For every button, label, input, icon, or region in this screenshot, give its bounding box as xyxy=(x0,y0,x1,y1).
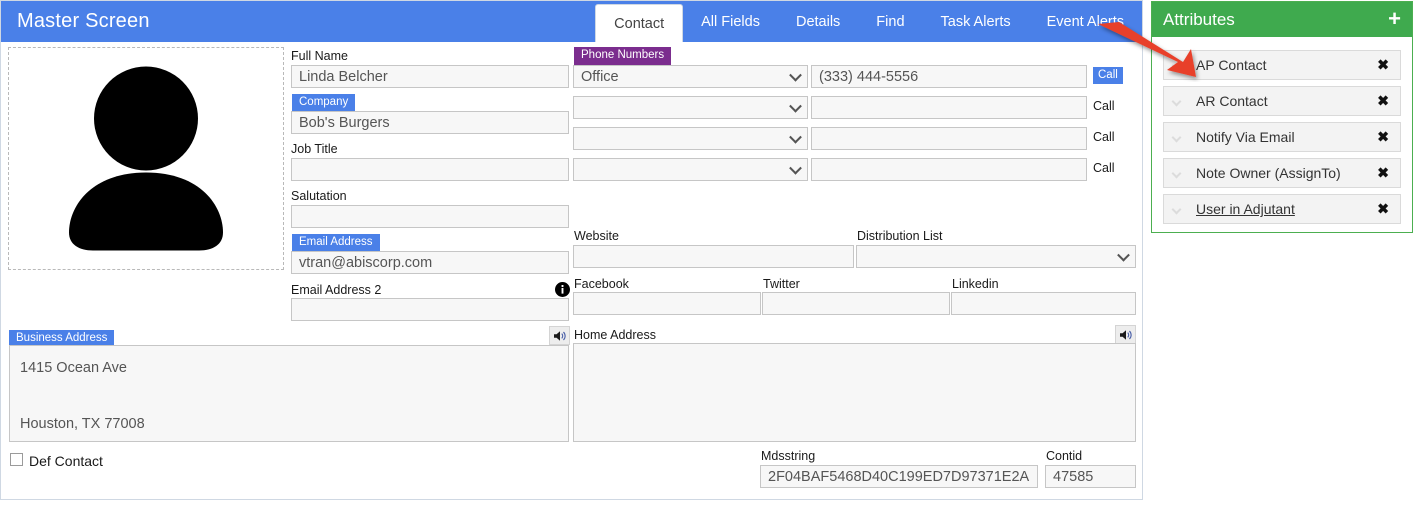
plus-icon[interactable]: + xyxy=(1388,8,1401,30)
close-icon[interactable]: ✖ xyxy=(1377,165,1389,182)
job-title-input[interactable] xyxy=(291,158,569,181)
attribute-label: AP Contact xyxy=(1196,57,1267,73)
job-title-label: Job Title xyxy=(291,142,338,156)
tab-all-fields[interactable]: All Fields xyxy=(683,1,778,42)
phone-number-input-2[interactable] xyxy=(811,96,1087,119)
phone-number-input-3[interactable] xyxy=(811,127,1087,150)
phone-number-input-4[interactable] xyxy=(811,158,1087,181)
close-icon[interactable]: ✖ xyxy=(1377,129,1389,146)
close-icon[interactable]: ✖ xyxy=(1377,57,1389,74)
home-address-speaker-button[interactable] xyxy=(1115,325,1136,344)
attribute-item-note-owner[interactable]: Note Owner (AssignTo) ✖ xyxy=(1163,158,1401,188)
full-name-input[interactable] xyxy=(291,65,569,88)
chevron-down-icon xyxy=(1171,132,1182,143)
attribute-item-ar-contact[interactable]: AR Contact ✖ xyxy=(1163,86,1401,116)
tab-task-alerts[interactable]: Task Alerts xyxy=(923,1,1029,42)
attribute-item-notify-via-email[interactable]: Notify Via Email ✖ xyxy=(1163,122,1401,152)
app-screenshot: Master Screen Contact All Fields Details… xyxy=(0,0,1415,507)
distribution-list-label: Distribution List xyxy=(857,229,943,243)
website-label: Website xyxy=(574,229,619,243)
user-avatar-icon xyxy=(69,66,223,250)
chevron-down-icon xyxy=(789,161,802,175)
tab-details[interactable]: Details xyxy=(778,1,858,42)
call-button-2[interactable]: Call xyxy=(1093,99,1115,113)
tab-all-fields-label: All Fields xyxy=(701,13,760,30)
chevron-down-icon xyxy=(789,130,802,144)
attribute-item-ap-contact[interactable]: AP Contact ✖ xyxy=(1163,50,1401,80)
chevron-down-icon xyxy=(1171,204,1182,215)
salutation-label: Salutation xyxy=(291,189,347,203)
email-address-input[interactable] xyxy=(291,251,569,274)
phone-type-value-1: Office xyxy=(581,68,619,85)
chevron-down-icon xyxy=(1117,248,1130,262)
page-title: Master Screen xyxy=(17,10,150,32)
phone-type-select-2[interactable] xyxy=(573,96,808,119)
business-address-textarea[interactable]: 1415 Ocean Ave Houston, TX 77008 xyxy=(9,345,569,442)
attribute-item-user-in-adjutant[interactable]: User in Adjutant ✖ xyxy=(1163,194,1401,224)
def-contact-checkbox[interactable] xyxy=(10,453,23,466)
tab-contact-label: Contact xyxy=(614,15,665,32)
home-address-textarea[interactable] xyxy=(573,343,1136,442)
company-input[interactable] xyxy=(291,111,569,134)
tab-bar: Contact All Fields Details Find Task Ale… xyxy=(595,1,1142,42)
tab-event-alerts-label: Event Alerts xyxy=(1046,13,1124,30)
contid-input[interactable] xyxy=(1045,465,1136,488)
chevron-down-icon xyxy=(789,68,802,82)
tab-event-alerts[interactable]: Event Alerts xyxy=(1029,1,1142,42)
title-bar: Master Screen Contact All Fields Details… xyxy=(1,1,1142,42)
facebook-label: Facebook xyxy=(574,277,629,291)
home-address-label: Home Address xyxy=(574,328,656,342)
facebook-input[interactable] xyxy=(573,292,761,315)
tab-task-alerts-label: Task Alerts xyxy=(940,13,1011,30)
tab-find-label: Find xyxy=(876,13,905,30)
def-contact-label: Def Contact xyxy=(29,453,103,469)
phone-type-select-1[interactable]: Office xyxy=(573,65,808,88)
salutation-input[interactable] xyxy=(291,205,569,228)
twitter-label: Twitter xyxy=(763,277,800,291)
email-address-label: Email Address xyxy=(292,234,380,253)
twitter-input[interactable] xyxy=(762,292,950,315)
call-button-1[interactable]: Call xyxy=(1093,67,1123,84)
phone-type-select-3[interactable] xyxy=(573,127,808,150)
speaker-icon xyxy=(1119,329,1132,340)
attributes-title: Attributes xyxy=(1163,10,1235,29)
info-circle-icon[interactable] xyxy=(555,282,570,297)
chevron-down-icon xyxy=(1171,168,1182,179)
mdsstring-input[interactable] xyxy=(760,465,1038,488)
website-input[interactable] xyxy=(573,245,854,268)
attribute-label: AR Contact xyxy=(1196,93,1268,109)
attributes-header: Attributes + xyxy=(1152,2,1412,37)
business-address-speaker-button[interactable] xyxy=(549,326,570,345)
chevron-down-icon xyxy=(1171,60,1182,71)
mdsstring-label: Mdsstring xyxy=(761,449,816,463)
email-address-2-input[interactable] xyxy=(291,298,569,321)
close-icon[interactable]: ✖ xyxy=(1377,93,1389,110)
call-button-4[interactable]: Call xyxy=(1093,161,1115,175)
tab-contact[interactable]: Contact xyxy=(595,4,684,42)
chevron-down-icon xyxy=(1171,96,1182,107)
attribute-label: Note Owner (AssignTo) xyxy=(1196,165,1341,181)
phone-type-select-4[interactable] xyxy=(573,158,808,181)
contid-label: Contid xyxy=(1046,449,1083,463)
phone-numbers-label: Phone Numbers xyxy=(574,47,672,66)
tab-find[interactable]: Find xyxy=(858,1,922,42)
chevron-down-icon xyxy=(789,99,802,113)
attributes-panel: Attributes + AP Contact ✖ AR Contact ✖ N… xyxy=(1151,1,1413,233)
linkedin-input[interactable] xyxy=(951,292,1136,315)
phone-number-input-1[interactable] xyxy=(811,65,1087,88)
attribute-label: User in Adjutant xyxy=(1196,201,1295,217)
tab-details-label: Details xyxy=(795,13,841,30)
attribute-label: Notify Via Email xyxy=(1196,129,1295,145)
speaker-icon xyxy=(553,330,566,341)
contact-photo-placeholder[interactable] xyxy=(8,47,284,270)
email-address-2-label: Email Address 2 xyxy=(291,283,382,297)
full-name-label: Full Name xyxy=(291,49,348,63)
linkedin-label: Linkedin xyxy=(952,277,999,291)
master-screen-card: Master Screen Contact All Fields Details… xyxy=(0,0,1143,500)
call-button-3[interactable]: Call xyxy=(1093,130,1115,144)
close-icon[interactable]: ✖ xyxy=(1377,201,1389,218)
company-label: Company xyxy=(292,94,356,113)
distribution-list-select[interactable] xyxy=(856,245,1136,268)
